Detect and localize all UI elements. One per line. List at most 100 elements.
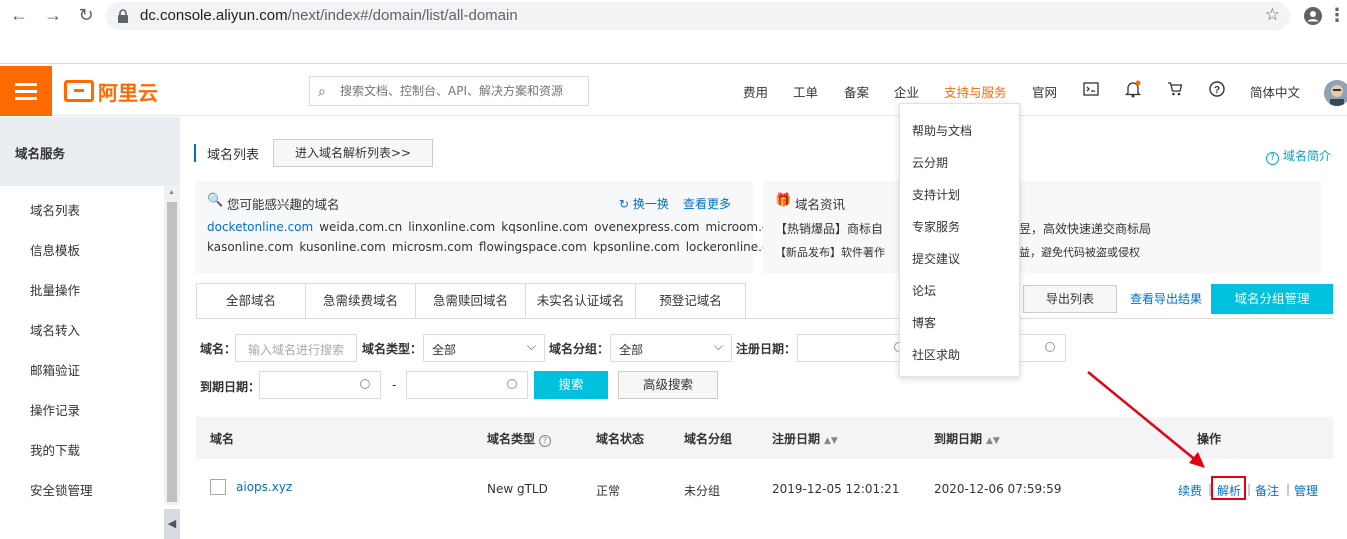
sidebar-item-transfer-in[interactable]: 域名转入 — [30, 320, 80, 339]
menu-item-expert-service[interactable]: 专家服务 — [912, 218, 960, 235]
address-bar[interactable]: dc.console.aliyun.com/next/index#/domain… — [106, 2, 1290, 30]
tab-all-domains[interactable]: 全部域名 — [196, 283, 306, 319]
sidebar-scrollbar[interactable]: ▲ — [164, 186, 180, 505]
domain-search-input[interactable]: 输入域名进行搜索 — [235, 334, 357, 362]
tab-unverified[interactable]: 未实名认证域名 — [526, 283, 636, 319]
row-checkbox[interactable] — [210, 479, 226, 495]
sort-icon[interactable]: ▲▼ — [986, 436, 1000, 446]
global-search-input[interactable] — [340, 82, 580, 100]
url-text: dc.console.aliyun.com/next/index#/domain… — [140, 7, 518, 24]
col-expire-date[interactable]: 到期日期 ▲▼ — [934, 430, 1000, 447]
nav-icp[interactable]: 备案 — [844, 82, 869, 101]
reload-icon[interactable]: ↻ — [75, 4, 97, 26]
nav-enterprise[interactable]: 企业 — [894, 82, 919, 101]
domain-group-select[interactable]: 全部 ⌵ — [610, 334, 732, 362]
domain-group-manage-button[interactable]: 域名分组管理 — [1211, 284, 1333, 314]
aliyun-logo[interactable]: 阿里云 — [64, 78, 158, 105]
tab-renew-urgent[interactable]: 急需续费域名 — [306, 283, 416, 319]
suggested-domain[interactable]: kqsonline.com — [501, 220, 588, 234]
menu-dots-icon[interactable]: ⋮ — [1326, 4, 1347, 26]
sidebar-item-downloads[interactable]: 我的下载 — [30, 440, 80, 459]
nav-fees[interactable]: 费用 — [743, 82, 768, 101]
sidebar-item-op-log[interactable]: 操作记录 — [30, 400, 80, 419]
tab-preregistered[interactable]: 预登记域名 — [636, 283, 746, 319]
filter-reg-date-label: 注册日期： — [736, 342, 797, 356]
refresh-icon: ↻ — [619, 197, 633, 211]
suggested-domain[interactable]: kasonline.com — [207, 240, 293, 254]
suggested-domain[interactable]: kusonline.com — [299, 240, 385, 254]
refresh-link[interactable]: ↻ 换一换 — [619, 195, 669, 212]
reg-date-end-input[interactable] — [1018, 334, 1066, 362]
renew-link[interactable]: 续费 — [1178, 482, 1202, 499]
bell-icon[interactable] — [1125, 80, 1141, 98]
hamburger-menu-button[interactable] — [0, 66, 52, 116]
menu-item-forum[interactable]: 论坛 — [912, 282, 936, 299]
suggested-domain[interactable]: ovenexpress.com — [594, 220, 699, 234]
view-export-results-link[interactable]: 查看导出结果 — [1130, 290, 1202, 307]
nav-support[interactable]: 支持与服务 — [944, 82, 1007, 101]
row-expire-date: 2020-12-06 07:59:59 — [934, 482, 1062, 496]
menu-item-help-docs[interactable]: 帮助与文档 — [912, 122, 972, 139]
col-reg-date[interactable]: 注册日期 ▲▼ — [772, 430, 838, 447]
sidebar-item-batch-ops[interactable]: 批量操作 — [30, 280, 80, 299]
sidebar-item-security-lock[interactable]: 安全锁管理 — [30, 480, 93, 499]
sidebar-item-domain-list[interactable]: 域名列表 — [30, 200, 80, 219]
expire-date-end-input[interactable] — [406, 371, 528, 399]
forward-icon[interactable]: → — [42, 4, 64, 26]
menu-item-blog[interactable]: 博客 — [912, 314, 936, 331]
domain-type-select[interactable]: 全部 ⌵ — [423, 334, 545, 362]
view-more-link[interactable]: 查看更多 — [683, 195, 731, 212]
menu-item-support-plan[interactable]: 支持计划 — [912, 186, 960, 203]
dns-list-button[interactable]: 进入域名解析列表>> — [273, 139, 433, 167]
suggested-domain[interactable]: kpsonline.com — [593, 240, 680, 254]
suggested-domain[interactable]: microsm.com — [392, 240, 473, 254]
nav-website[interactable]: 官网 — [1032, 82, 1057, 101]
nav-tickets[interactable]: 工单 — [793, 82, 818, 101]
filter-type-label: 域名类型： — [362, 342, 423, 356]
search-button[interactable]: 搜索 — [534, 371, 608, 399]
tab-redeem-urgent[interactable]: 急需赎回域名 — [416, 283, 526, 319]
note-link[interactable]: 备注 — [1255, 482, 1279, 499]
advanced-search-button[interactable]: 高级搜索 — [618, 371, 718, 399]
search-domain-icon: 🔍 — [207, 193, 224, 208]
avatar[interactable] — [1324, 80, 1347, 106]
suggested-domain[interactable]: weida.com.cn — [319, 220, 402, 234]
domain-group-value: 全部 — [619, 343, 644, 357]
table-header: 域名 域名类型? 域名状态 域名分组 注册日期 ▲▼ 到期日期 ▲▼ 操作 — [196, 417, 1333, 459]
language-switch[interactable]: 简体中文 — [1250, 82, 1300, 101]
news-line-1-tail[interactable]: 昱，高效快速递交商标局 — [1019, 220, 1151, 237]
bookmark-star-icon[interactable]: ☆ — [1265, 5, 1280, 25]
terminal-icon[interactable] — [1083, 82, 1099, 96]
scroll-up-icon[interactable]: ▲ — [168, 189, 175, 196]
suggested-domain[interactable]: docketonline.com — [207, 220, 313, 234]
col-group: 域名分组 — [684, 432, 733, 446]
profile-icon[interactable] — [1303, 6, 1323, 26]
help-circle-icon[interactable]: ? — [539, 435, 552, 447]
help-icon[interactable]: ? — [1209, 81, 1225, 97]
cart-icon[interactable] — [1167, 82, 1183, 96]
domain-intro-link[interactable]: ? 域名简介 — [1266, 147, 1331, 165]
menu-item-community-help[interactable]: 社区求助 — [912, 346, 960, 363]
interest-card-title: 您可能感兴趣的域名 — [227, 197, 340, 212]
suggested-domain[interactable]: linxonline.com — [408, 220, 495, 234]
news-line-1[interactable]: 【热销爆品】商标自 — [775, 220, 883, 237]
reg-date-start-input[interactable] — [797, 334, 915, 362]
export-list-button[interactable]: 导出列表 — [1023, 285, 1117, 313]
sidebar-item-email-verify[interactable]: 邮箱验证 — [30, 360, 80, 379]
sidebar-title: 域名服务 — [15, 146, 66, 161]
scrollbar-thumb[interactable] — [167, 202, 177, 502]
expire-date-start-input[interactable] — [259, 371, 381, 399]
sort-icon[interactable]: ▲▼ — [824, 436, 838, 446]
manage-link[interactable]: 管理 — [1294, 482, 1318, 499]
back-icon[interactable]: ← — [8, 4, 30, 26]
news-line-2[interactable]: 【新品发布】软件著作 — [775, 244, 885, 260]
row-domain-link[interactable]: aiops.xyz — [236, 480, 292, 494]
news-line-2-tail[interactable]: 益，避免代码被盗或侵权 — [1019, 244, 1140, 260]
menu-item-feedback[interactable]: 提交建议 — [912, 250, 960, 267]
sidebar-item-info-template[interactable]: 信息模板 — [30, 240, 80, 259]
sidebar: 域名服务 域名列表 信息模板 批量操作 域名转入 邮箱验证 操作记录 我的下载 … — [0, 117, 180, 539]
global-search[interactable]: ⌕ — [309, 76, 589, 106]
menu-item-installments[interactable]: 云分期 — [912, 154, 948, 171]
collapse-sidebar-icon[interactable]: ◀ — [164, 509, 180, 539]
suggested-domain[interactable]: flowingspace.com — [479, 240, 587, 254]
